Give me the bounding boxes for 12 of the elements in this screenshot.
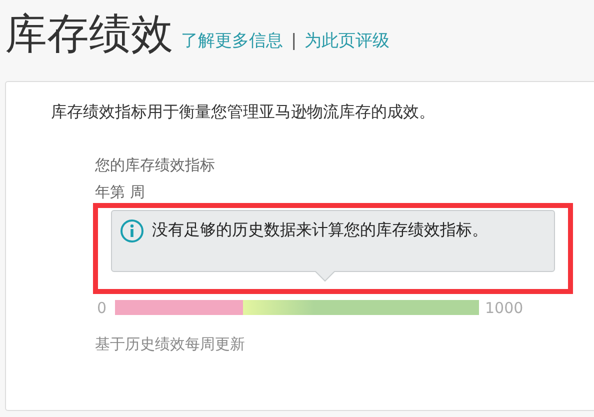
description-text: 库存绩效指标用于衡量您管理亚马逊物流库存的成效。 <box>50 101 436 123</box>
period-text: 年第 周 <box>94 182 146 200</box>
learn-more-link[interactable]: 了解更多信息 <box>181 28 283 54</box>
scale-min: 0 <box>97 298 108 318</box>
notice-text: 没有足够的历史数据来计算您的库存绩效指标。 <box>152 218 488 240</box>
page-title: 库存绩效 <box>5 8 173 60</box>
footnote-text: 基于历史绩效每周更新 <box>94 334 246 355</box>
scale-max: 1000 <box>485 298 524 318</box>
metric-label: 您的库存绩效指标 <box>94 155 216 176</box>
rate-page-link[interactable]: 为此页评级 <box>304 28 390 54</box>
separator: | <box>291 30 297 52</box>
info-icon <box>120 218 144 242</box>
